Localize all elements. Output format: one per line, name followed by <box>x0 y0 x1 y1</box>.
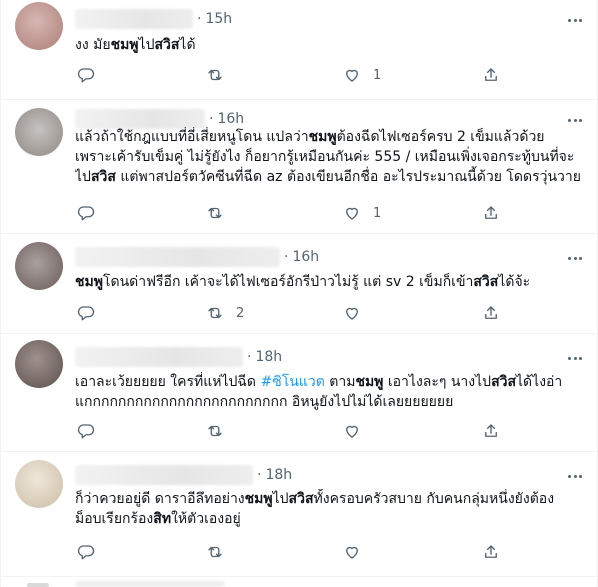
reply-button[interactable] <box>77 542 107 562</box>
tweet-header: · 15h <box>75 9 232 29</box>
tweet-time[interactable]: 16h <box>292 249 319 265</box>
tweet-time[interactable]: 18h <box>255 349 282 365</box>
retweet-button[interactable]: 2 <box>206 303 244 323</box>
avatar[interactable] <box>15 108 63 156</box>
retweet-button[interactable] <box>206 542 236 562</box>
tweet[interactable]: · 18h ก็ว่าควยอยู่ดี ดาราอีลึทอย่างชมพูไ… <box>1 452 598 577</box>
hashtag-link[interactable]: #ซิโนแวต <box>260 374 324 390</box>
more-options-icon[interactable] <box>565 10 585 30</box>
avatar[interactable] <box>15 242 63 290</box>
reply-icon <box>77 424 95 439</box>
tweet-actions <box>75 542 515 562</box>
more-options-icon[interactable] <box>565 348 585 368</box>
author-name-blurred[interactable] <box>75 465 253 485</box>
retweet-icon <box>208 207 222 219</box>
tweet-text: แล้วถ้าใช้กฎแบบที่อี่เสี่ยหนูโดน แปลว่าช… <box>75 129 581 185</box>
tweet-actions <box>75 421 515 441</box>
tweet-actions: 2 <box>75 303 515 323</box>
heart-icon <box>346 69 358 82</box>
retweet-button[interactable] <box>206 203 236 223</box>
tweet[interactable]: · 18h เอาละเว้ยยยยย ใครที่แห่ไปฉีด #ซิโน… <box>1 334 598 452</box>
more-options-icon[interactable] <box>565 248 585 268</box>
retweet-icon <box>208 307 222 319</box>
share-button[interactable] <box>482 542 500 562</box>
next-tweet-avatar-partial <box>27 583 49 587</box>
author-name-blurred[interactable] <box>75 347 243 367</box>
reply-icon <box>77 206 95 221</box>
retweet-button[interactable] <box>206 65 236 85</box>
tweet[interactable]: · 16h แล้วถ้าใช้กฎแบบที่อี่เสี่ยหนูโดน แ… <box>1 100 598 234</box>
share-icon <box>485 545 497 558</box>
tweet-text: งง มัยชมพูไปสวิสได้ <box>75 37 196 53</box>
reply-button[interactable] <box>77 65 107 85</box>
tweet-text: เอาละเว้ยยยยย ใครที่แห่ไปฉีด #ซิโนแวต ตา… <box>75 374 563 410</box>
tweet-text: ก็ว่าควยอยู่ดี ดาราอีลึทอย่างชมพูไปสวิสท… <box>75 491 555 527</box>
share-icon <box>485 206 497 219</box>
like-button[interactable] <box>343 542 373 562</box>
tweet-text: ชมพูโดนด่าฟรีอีก เค้าจะได้ไฟเซอร์อักรีป่… <box>75 274 531 290</box>
next-tweet-name-partial <box>75 581 225 587</box>
tweet-time[interactable]: 16h <box>217 111 244 127</box>
avatar[interactable] <box>15 340 63 388</box>
share-icon <box>485 306 497 319</box>
share-icon <box>485 68 497 81</box>
like-button[interactable] <box>343 421 373 441</box>
share-button[interactable] <box>482 203 500 223</box>
tweet-header: · 16h <box>75 247 319 267</box>
separator-dot: · <box>257 467 262 483</box>
reply-button[interactable] <box>77 421 107 441</box>
share-button[interactable] <box>482 303 500 323</box>
separator-dot: · <box>284 249 289 265</box>
separator-dot: · <box>247 349 252 365</box>
tweet-actions: 1 <box>75 65 515 85</box>
tweet-header: · 18h <box>75 465 292 485</box>
avatar[interactable] <box>15 2 63 50</box>
heart-icon <box>346 207 358 220</box>
heart-icon <box>346 425 358 438</box>
separator-dot: · <box>197 11 202 27</box>
retweet-icon <box>208 425 222 437</box>
reply-button[interactable] <box>77 203 107 223</box>
heart-icon <box>346 307 358 320</box>
heart-icon <box>346 546 358 559</box>
tweet-header: · 16h <box>75 109 244 129</box>
tweet[interactable]: · 16h ชมพูโดนด่าฟรีอีก เค้าจะได้ไฟเซอร์อ… <box>1 234 598 334</box>
author-name-blurred[interactable] <box>75 247 280 267</box>
timeline-feed: · 15h งง มัยชมพูไปสวิสได้ 1 · 16h แล้วถ้… <box>0 0 598 587</box>
retweet-icon <box>208 546 222 558</box>
reply-icon <box>77 306 95 321</box>
tweet-time[interactable]: 18h <box>265 467 292 483</box>
like-button[interactable]: 1 <box>343 203 381 223</box>
author-name-blurred[interactable] <box>75 9 193 29</box>
author-name-blurred[interactable] <box>75 109 205 129</box>
tweet-actions: 1 <box>75 203 515 223</box>
share-button[interactable] <box>482 421 500 441</box>
retweet-button[interactable] <box>206 421 236 441</box>
tweet-header: · 18h <box>75 347 282 367</box>
avatar[interactable] <box>15 460 63 508</box>
reply-button[interactable] <box>77 303 107 323</box>
like-button[interactable] <box>343 303 373 323</box>
tweet[interactable]: · 15h งง มัยชมพูไปสวิสได้ 1 <box>1 0 598 100</box>
like-button[interactable]: 1 <box>343 65 381 85</box>
reply-icon <box>77 545 95 560</box>
reply-icon <box>77 68 95 83</box>
separator-dot: · <box>209 111 214 127</box>
retweet-icon <box>208 69 222 81</box>
more-options-icon[interactable] <box>565 466 585 486</box>
share-button[interactable] <box>482 65 500 85</box>
share-icon <box>485 424 497 437</box>
tweet-time[interactable]: 15h <box>205 11 232 27</box>
